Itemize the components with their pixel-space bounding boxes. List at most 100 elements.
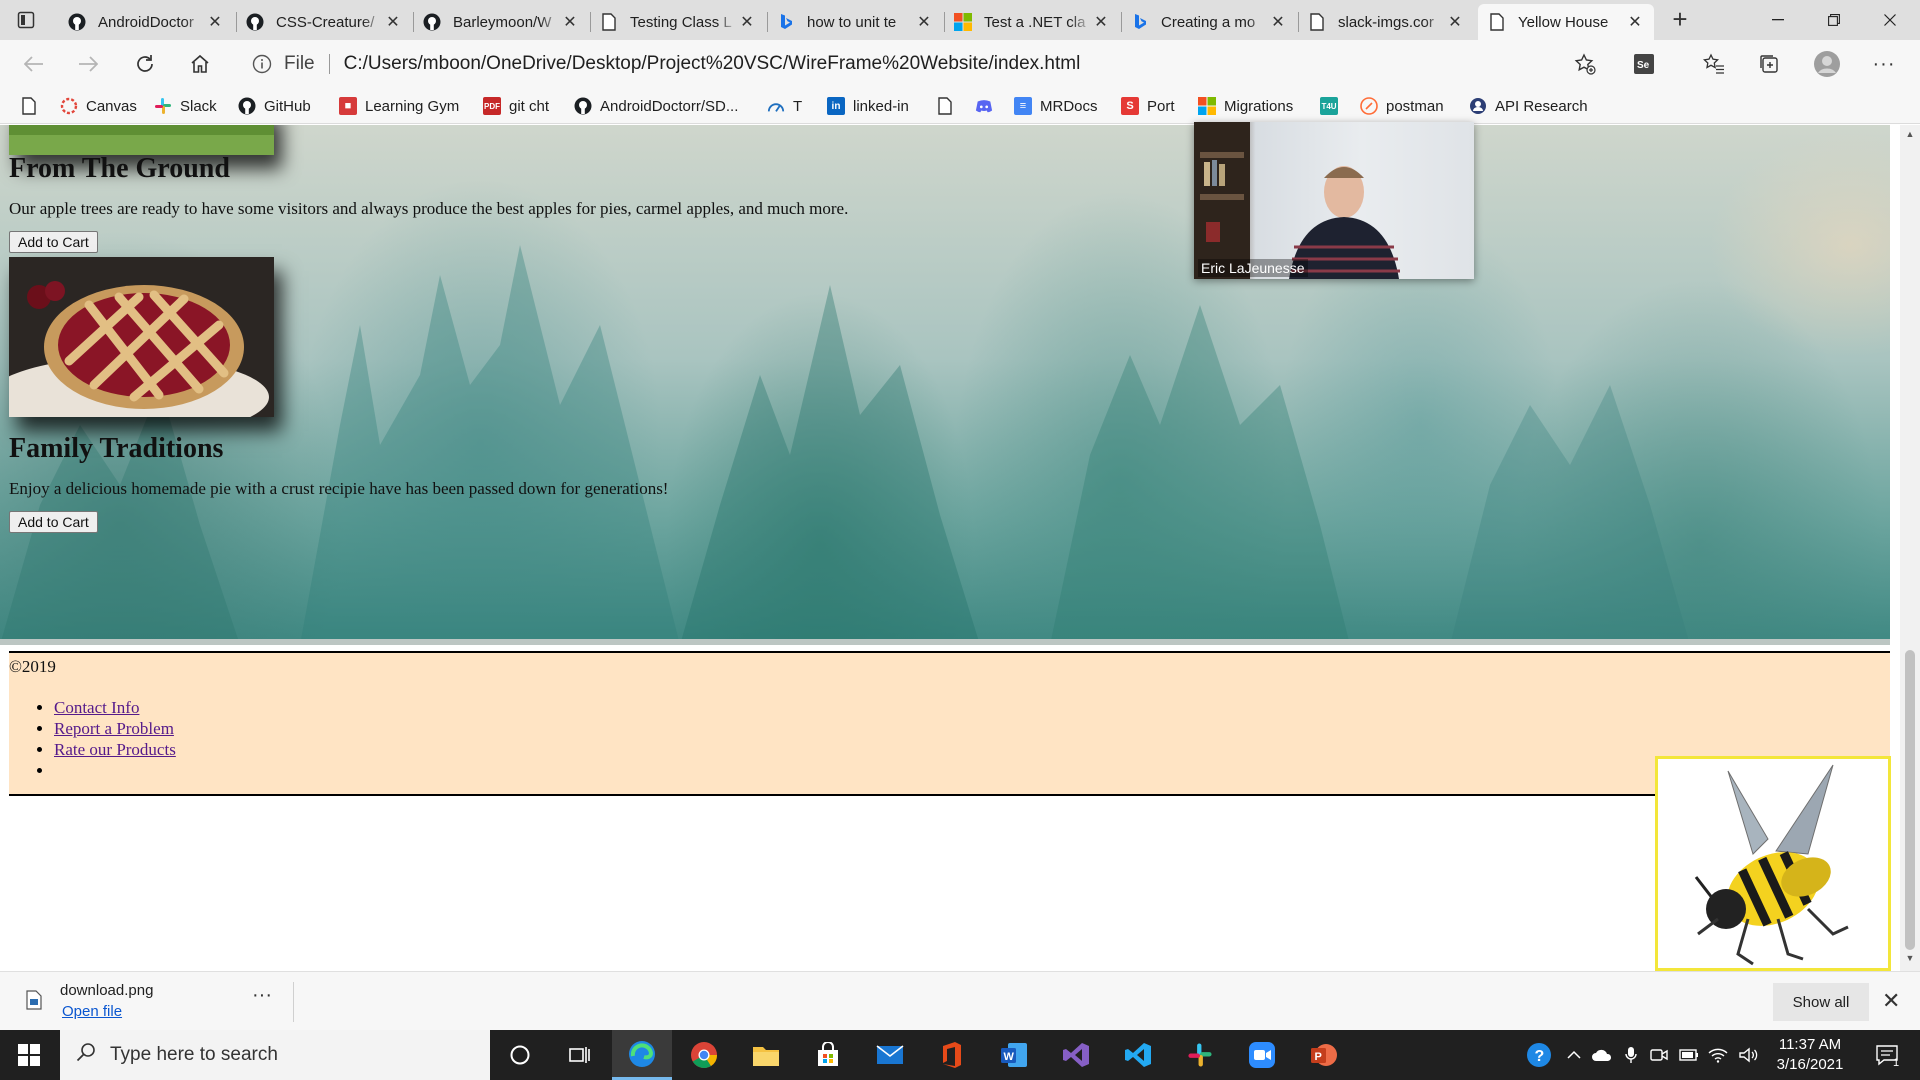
- bookmark-learning-gym[interactable]: ■ Learning Gym: [339, 94, 459, 118]
- close-tab-icon[interactable]: ✕: [1626, 13, 1644, 31]
- tab-barleymoon[interactable]: Barleymoon/W ✕: [413, 4, 589, 40]
- file-explorer-icon[interactable]: [736, 1030, 796, 1080]
- bookmark-github[interactable]: GitHub: [238, 94, 311, 118]
- video-call-overlay[interactable]: Eric LaJeunesse: [1194, 122, 1474, 279]
- zoom-icon[interactable]: [1232, 1030, 1292, 1080]
- task-view-icon[interactable]: [550, 1030, 610, 1080]
- word-icon[interactable]: W: [984, 1030, 1044, 1080]
- settings-more-icon[interactable]: ···: [1866, 48, 1902, 80]
- tab-test-dotnet-class[interactable]: Test a .NET cla ✕: [944, 4, 1120, 40]
- download-options-icon[interactable]: ···: [252, 984, 272, 1007]
- new-tab-button[interactable]: +: [1664, 6, 1696, 34]
- rate-products-link[interactable]: Rate our Products: [54, 740, 176, 759]
- bookmark-label: T: [793, 97, 803, 115]
- page-icon: [600, 13, 618, 31]
- bookmark-api-research[interactable]: API Research: [1469, 94, 1588, 118]
- close-downloads-icon[interactable]: ✕: [1882, 988, 1900, 1014]
- show-all-downloads-button[interactable]: Show all: [1773, 983, 1869, 1021]
- bookmark-mrdocs[interactable]: ≡ MRDocs: [1014, 94, 1098, 118]
- page-scrollbar[interactable]: ▲ ▼: [1900, 125, 1920, 971]
- bookmark-page-2[interactable]: [936, 94, 962, 118]
- forward-button[interactable]: [70, 48, 106, 80]
- taskbar-search-box[interactable]: Type here to search: [60, 1030, 490, 1080]
- bookmark-androiddoctorr[interactable]: AndroidDoctorr/SD...: [574, 94, 738, 118]
- bookmark-canvas[interactable]: Canvas: [60, 94, 137, 118]
- tab-testing-class[interactable]: Testing Class L ✕: [590, 4, 766, 40]
- visual-studio-icon[interactable]: [1046, 1030, 1106, 1080]
- bookmark-postman[interactable]: postman: [1360, 94, 1444, 118]
- tab-how-to-unit-test[interactable]: how to unit te ✕: [767, 4, 943, 40]
- bookmark-page[interactable]: [20, 94, 46, 118]
- tab-yellow-house[interactable]: Yellow House ✕: [1478, 4, 1654, 40]
- battery-icon[interactable]: [1676, 1030, 1702, 1080]
- close-tab-icon[interactable]: ✕: [1092, 13, 1110, 31]
- tab-title: slack-imgs.cor: [1338, 13, 1434, 31]
- start-button[interactable]: [0, 1030, 58, 1080]
- open-file-link[interactable]: Open file: [62, 1003, 122, 1020]
- bookmark-discord[interactable]: [975, 94, 1001, 118]
- restore-button[interactable]: [1806, 0, 1862, 40]
- powerpoint-icon[interactable]: P: [1294, 1030, 1354, 1080]
- scrollbar-thumb[interactable]: [1905, 650, 1915, 950]
- close-window-button[interactable]: [1862, 0, 1918, 40]
- scroll-down-arrow-icon[interactable]: ▼: [1900, 953, 1920, 969]
- back-button[interactable]: [16, 48, 52, 80]
- show-hidden-icons-icon[interactable]: [1560, 1030, 1588, 1080]
- bookmark-t4u[interactable]: T4U: [1320, 94, 1346, 118]
- favorites-icon[interactable]: [1696, 48, 1732, 80]
- collections-icon[interactable]: [1751, 48, 1787, 80]
- cortana-icon[interactable]: [490, 1030, 550, 1080]
- microsoft-store-icon[interactable]: [798, 1030, 858, 1080]
- office-icon[interactable]: [922, 1030, 982, 1080]
- wifi-icon[interactable]: [1704, 1030, 1732, 1080]
- address-bar[interactable]: File C:/Users/mboon/OneDrive/Desktop/Pro…: [240, 46, 1610, 82]
- minimize-button[interactable]: [1750, 0, 1806, 40]
- close-tab-icon[interactable]: ✕: [915, 13, 933, 31]
- microphone-icon[interactable]: [1618, 1030, 1644, 1080]
- volume-icon[interactable]: [1734, 1030, 1762, 1080]
- tab-slack-imgs[interactable]: slack-imgs.cor ✕: [1298, 4, 1474, 40]
- tab-title: Test a .NET cla: [984, 13, 1086, 31]
- close-tab-icon[interactable]: ✕: [206, 13, 224, 31]
- tab-actions-menu-icon[interactable]: [14, 8, 38, 32]
- bookmark-linkedin[interactable]: in linked-in: [827, 94, 909, 118]
- add-to-cart-button[interactable]: Add to Cart: [9, 231, 98, 253]
- bookmark-migrations[interactable]: Migrations: [1198, 94, 1293, 118]
- notification-center-icon[interactable]: 1: [1862, 1030, 1912, 1080]
- chrome-icon[interactable]: [674, 1030, 734, 1080]
- report-problem-link[interactable]: Report a Problem: [54, 719, 174, 738]
- tab-css-creature[interactable]: CSS-Creature/ ✕: [236, 4, 412, 40]
- refresh-button[interactable]: [127, 48, 163, 80]
- close-tab-icon[interactable]: ✕: [1446, 13, 1464, 31]
- tab-creating-a-mock[interactable]: Creating a mo ✕: [1121, 4, 1297, 40]
- help-icon[interactable]: ?: [1522, 1030, 1556, 1080]
- url-text[interactable]: C:/Users/mboon/OneDrive/Desktop/Project%…: [344, 53, 1081, 75]
- slack-app-icon[interactable]: [1170, 1030, 1230, 1080]
- edge-browser-icon[interactable]: [612, 1030, 672, 1080]
- add-favorite-icon[interactable]: [1567, 48, 1603, 80]
- system-clock[interactable]: 11:37 AM 3/16/2021: [1765, 1035, 1855, 1075]
- close-tab-icon[interactable]: ✕: [384, 13, 402, 31]
- add-to-cart-button[interactable]: Add to Cart: [9, 511, 98, 533]
- contact-info-link[interactable]: Contact Info: [54, 698, 139, 717]
- bookmark-t[interactable]: T: [767, 94, 802, 118]
- mail-icon[interactable]: [860, 1030, 920, 1080]
- meet-now-icon[interactable]: [1646, 1030, 1672, 1080]
- home-button[interactable]: [182, 48, 218, 80]
- close-tab-icon[interactable]: ✕: [561, 13, 579, 31]
- tab-androiddoctor[interactable]: AndroidDoctor ✕: [58, 4, 234, 40]
- bookmark-git-cheat[interactable]: PDF git cht: [483, 94, 549, 118]
- close-tab-icon[interactable]: ✕: [1269, 13, 1287, 31]
- scroll-up-arrow-icon[interactable]: ▲: [1900, 129, 1920, 145]
- download-filename[interactable]: download.png: [60, 982, 153, 999]
- selenium-extension-icon[interactable]: Se: [1626, 48, 1662, 80]
- svg-text:?: ?: [1535, 1048, 1545, 1065]
- profile-avatar[interactable]: [1809, 48, 1845, 80]
- info-icon[interactable]: [250, 54, 274, 74]
- onedrive-icon[interactable]: [1588, 1030, 1616, 1080]
- close-tab-icon[interactable]: ✕: [738, 13, 756, 31]
- bookmark-slack[interactable]: Slack: [154, 94, 217, 118]
- canvas-icon: [60, 97, 78, 115]
- vscode-icon[interactable]: [1108, 1030, 1168, 1080]
- bookmark-port[interactable]: S Port: [1121, 94, 1175, 118]
